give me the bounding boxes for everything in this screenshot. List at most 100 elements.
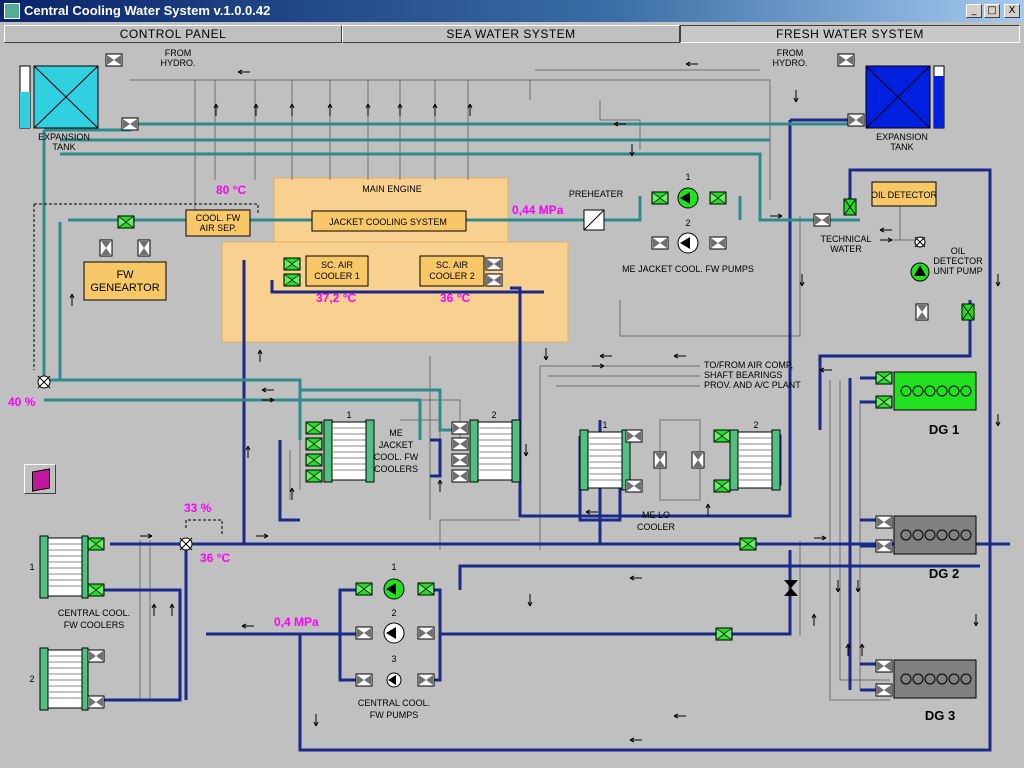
valve-dg3-in[interactable]: [875, 659, 893, 673]
valve-right-tank-outlet[interactable]: [847, 113, 865, 127]
valve-central-cooler-2-out[interactable]: [87, 649, 105, 663]
valve-central-pump-2-out[interactable]: [417, 626, 435, 640]
valve-central-cooler-1-out[interactable]: [87, 537, 105, 551]
valve-jacket-pump-1-in[interactable]: [651, 191, 669, 205]
valve-fw-generator-inlet[interactable]: [117, 215, 135, 229]
valve-me-jacket-cooler-2-a[interactable]: [451, 421, 469, 435]
dg1-engine[interactable]: [893, 371, 977, 411]
valve-fw-generator-right[interactable]: [137, 239, 151, 257]
valve-central-pump-3-out[interactable]: [417, 673, 435, 687]
valve-central-pump-2-in[interactable]: [355, 626, 373, 640]
central-cooler-2-number: 2: [29, 674, 34, 684]
valve-from-hydro-left[interactable]: [105, 53, 123, 67]
valve-jacket-pump-2-in[interactable]: [651, 236, 669, 250]
maximize-button[interactable]: □: [984, 4, 1000, 18]
valve-oil-pump-return[interactable]: [961, 303, 975, 321]
valve-dg1-in[interactable]: [875, 371, 893, 385]
valve-dg2-out[interactable]: [875, 539, 893, 553]
valve-lo-cooler-2-out[interactable]: [713, 479, 731, 493]
valve-central-pump-discharge[interactable]: [715, 627, 733, 641]
valve-central-cooler-2-in[interactable]: [87, 695, 105, 709]
valve-lo-cooler-2-in[interactable]: [713, 429, 731, 443]
expansion-tank-left: [19, 65, 99, 129]
central-cool-fw-cooler-1[interactable]: [39, 535, 89, 599]
me-jacket-cooler-1[interactable]: [323, 419, 375, 483]
oil-detector-pump[interactable]: [910, 262, 930, 282]
valve-central-pump-1-in[interactable]: [355, 582, 373, 596]
valve-lo-cooler-1-in[interactable]: [625, 429, 643, 443]
to-from-air-comp-label: TO/FROM AIR COMP, SHAFT BEARINGS PROV. AND…: [704, 360, 801, 390]
from-hydro-right-label: FROM HYDRO.: [772, 48, 807, 68]
valve-lo-cooler-1-out[interactable]: [625, 479, 643, 493]
tab-fresh-water-system[interactable]: FRESH WATER SYSTEM: [680, 25, 1020, 43]
jacket-cooling-system-label: JACKET COOLING SYSTEM: [329, 217, 447, 227]
three-way-valve-technical[interactable]: [914, 236, 926, 248]
valve-dg1-out[interactable]: [875, 395, 893, 409]
valve-me-jacket-cooler-1-d[interactable]: [305, 469, 323, 483]
me-jacket-pump-2[interactable]: [677, 232, 699, 254]
valve-sc-cooler-1-in[interactable]: [283, 257, 301, 271]
sc-air-cooler-2-label: SC. AIR COOLER 2: [429, 260, 475, 281]
valve-fw-generator-left[interactable]: [99, 239, 113, 257]
valve-dg2-in[interactable]: [875, 515, 893, 529]
fresh-water-diagram: FROM HYDRO. FROM HYDRO. EXPANSION TANK EXPA…: [8, 48, 1010, 752]
central-temp-control-line: [185, 519, 223, 536]
valve-central-pump-3-in[interactable]: [355, 673, 373, 687]
valve-central-pump-1-out[interactable]: [417, 582, 435, 596]
valve-dg3-out[interactable]: [875, 683, 893, 697]
me-lo-cooler-1[interactable]: [579, 429, 631, 491]
central-cool-fw-cooler-2[interactable]: [39, 647, 89, 711]
valve-central-cooler-1-in[interactable]: [87, 583, 105, 597]
valve-technical-water-main[interactable]: [813, 213, 831, 227]
dg2-engine[interactable]: [893, 515, 977, 555]
valve-me-jacket-cooler-2-c[interactable]: [451, 453, 469, 467]
valve-me-jacket-cooler-1-c[interactable]: [305, 453, 323, 467]
expansion-tank-left-label: EXPANSION TANK: [38, 132, 90, 152]
central-cool-pump-3[interactable]: [386, 672, 402, 688]
central-cool-pump-1[interactable]: [383, 578, 405, 600]
valve-left-tank-outlet[interactable]: [121, 117, 139, 131]
valve-lo-cooler-bypass-right[interactable]: [691, 451, 705, 469]
lo-cooler-1-number: 1: [602, 420, 607, 430]
dg3-engine[interactable]: [893, 659, 977, 699]
fw-generator[interactable]: [83, 261, 167, 301]
central-pressure-readout: 0,4 MPa: [274, 615, 319, 629]
valve-me-jacket-cooler-1-b[interactable]: [305, 437, 323, 451]
valve-oil-pump-bypass[interactable]: [915, 303, 929, 321]
central-coolers-label: CENTRAL COOL. FW COOLERS: [58, 608, 130, 630]
central-cool-pump-2[interactable]: [383, 622, 405, 644]
valve-me-jacket-cooler-2-d[interactable]: [451, 469, 469, 483]
valve-dg-supply[interactable]: [739, 537, 757, 551]
butterfly-valve[interactable]: [784, 580, 798, 596]
expansion-tank-right: [865, 65, 945, 129]
central-valve-opening-readout: 33 %: [184, 501, 212, 515]
minimize-button[interactable]: _: [966, 4, 982, 18]
me-jacket-cooler-2-number: 2: [491, 410, 496, 420]
three-way-valve-40[interactable]: [37, 375, 51, 389]
tab-sea-water-system[interactable]: SEA WATER SYSTEM: [342, 25, 680, 43]
close-button[interactable]: X: [1004, 4, 1020, 18]
oil-detector-label: OIL DETECTOR: [871, 190, 938, 200]
me-lo-cooler-2[interactable]: [729, 429, 781, 491]
me-jacket-pump-1[interactable]: [677, 187, 699, 209]
me-jacket-cooler-2[interactable]: [469, 419, 521, 483]
valve-jacket-pump-2-out[interactable]: [709, 236, 727, 250]
valve-sc-cooler-1-out[interactable]: [283, 273, 301, 287]
help-book-button[interactable]: [24, 464, 56, 494]
valve-jacket-pump-1-out[interactable]: [709, 191, 727, 205]
jacket-temp-readout: 80 °C: [216, 183, 246, 197]
tab-control-panel[interactable]: CONTROL PANEL: [4, 25, 342, 43]
valve-lo-cooler-bypass-left[interactable]: [653, 451, 667, 469]
technical-water-label: TECHNICAL WATER: [820, 234, 871, 254]
valve-me-jacket-cooler-2-b[interactable]: [451, 437, 469, 451]
valve-from-hydro-right[interactable]: [837, 53, 855, 67]
valve-sc-cooler-2-out[interactable]: [485, 273, 503, 287]
valve-me-jacket-cooler-1-a[interactable]: [305, 421, 323, 435]
tab-bar: CONTROL PANEL SEA WATER SYSTEM FRESH WAT…: [4, 25, 1020, 43]
valve-sc-cooler-2-in[interactable]: [485, 257, 503, 271]
three-way-valve-33[interactable]: [179, 537, 193, 551]
me-lo-cooler-label: ME LO COOLER: [637, 510, 676, 532]
jacket-pressure-readout: 0,44 MPa: [512, 203, 564, 217]
dg2-label: DG 2: [929, 566, 959, 581]
valve-oil-detector-inlet[interactable]: [843, 198, 857, 216]
